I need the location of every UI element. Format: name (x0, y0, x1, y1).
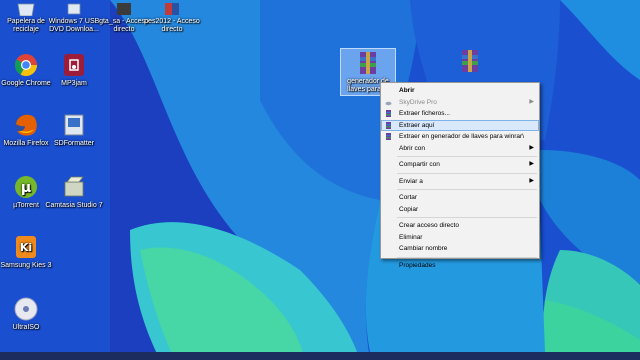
desktop-icon-samsung-kies[interactable]: Ki Samsung Kies 3 (0, 234, 58, 270)
desktop-icon-camtasia[interactable]: Camtasia Studio 7 (42, 174, 106, 210)
menu-item-abrir[interactable]: Abrir (381, 85, 539, 97)
menu-item-label: Copiar (399, 205, 419, 213)
menu-separator (397, 172, 537, 174)
desktop-icon-label: SDFormatter (53, 140, 95, 147)
desktop-icon-mp3jam[interactable]: MP3jam (42, 52, 106, 88)
menu-item-cambiar-nombre[interactable]: Cambiar nombre (381, 243, 539, 255)
menu-item-compartir-con[interactable]: Compartir con ▶ (381, 159, 539, 171)
gta-shortcut-icon (111, 2, 137, 28)
menu-item-label: Enviar a (399, 177, 423, 185)
camtasia-icon (61, 174, 87, 200)
usb-tool-icon (61, 2, 87, 28)
menu-item-label: Extraer en generador de llaves para winr… (399, 133, 525, 140)
desktop-icon-label: MP3jam (61, 80, 87, 87)
menu-item-label: Abrir con (399, 144, 426, 152)
menu-item-label: Eliminar (399, 233, 423, 241)
desktop-icon-ultraiso[interactable]: UltraISO (0, 296, 58, 332)
menu-separator (397, 217, 537, 218)
mp3jam-icon (61, 52, 87, 78)
kies-icon: Ki (13, 234, 39, 260)
menu-separator (397, 256, 537, 258)
skydrive-icon (385, 99, 392, 106)
menu-item-extraer-en-carpeta[interactable]: Extraer en generador de llaves para winr… (381, 131, 539, 143)
utorrent-icon: µ (13, 174, 39, 200)
pes-shortcut-icon (159, 2, 185, 28)
desktop-icon-pes2012[interactable]: pes2012 - Acceso directo (140, 2, 204, 34)
menu-item-cortar[interactable]: Cortar (381, 192, 539, 204)
context-menu: Abrir SkyDrive Pro ▶ Extraer ficheros...… (380, 82, 540, 269)
menu-separator (397, 189, 537, 190)
desktop-icon-sdformatter[interactable]: SDFormatter (42, 112, 106, 148)
submenu-arrow-icon: ▶ (529, 161, 534, 167)
winrar-archive-icon (355, 50, 381, 76)
ultraiso-icon (13, 296, 39, 322)
desktop-icon-label: UltraISO (12, 324, 40, 331)
svg-text:µ: µ (21, 180, 31, 196)
winrar-icon (385, 110, 392, 117)
submenu-arrow-icon: ▶ (529, 98, 534, 105)
sdformatter-icon (61, 112, 87, 138)
menu-item-label: Propiedades (399, 261, 436, 269)
menu-item-label: Compartir con (399, 161, 440, 168)
recycle-bin-icon (13, 2, 39, 28)
submenu-arrow-icon: ▶ (529, 177, 534, 184)
desktop-icon-label: Samsung Kies 3 (0, 262, 52, 269)
menu-item-extraer-ficheros[interactable]: Extraer ficheros... (381, 108, 539, 120)
menu-item-label: Extraer aquí (399, 121, 435, 129)
menu-item-abrir-con[interactable]: Abrir con ▶ (381, 143, 539, 155)
desktop-icon-label: Camtasia Studio 7 (45, 202, 103, 209)
taskbar[interactable] (0, 352, 640, 360)
menu-item-propiedades[interactable]: Propiedades (381, 260, 539, 272)
menu-separator (397, 156, 537, 157)
desktop-icon-winrar[interactable] (438, 48, 502, 76)
winrar-icon (385, 121, 392, 129)
menu-item-label: Cambiar nombre (399, 245, 448, 252)
menu-item-copiar[interactable]: Copiar (381, 204, 539, 216)
menu-item-skydrive-pro[interactable]: SkyDrive Pro ▶ (381, 97, 539, 109)
menu-item-label: Cortar (399, 194, 418, 201)
menu-item-label: Crear acceso directo (399, 222, 459, 229)
menu-item-label: Abrir (399, 87, 415, 94)
menu-item-eliminar[interactable]: Eliminar (381, 232, 539, 244)
menu-item-label: Extraer ficheros... (399, 110, 450, 117)
chrome-icon (13, 52, 39, 78)
menu-item-enviar-a[interactable]: Enviar a ▶ (381, 176, 539, 188)
menu-item-label: SkyDrive Pro (399, 98, 437, 106)
menu-item-crear-acceso-directo[interactable]: Crear acceso directo (381, 220, 539, 232)
svg-text:Ki: Ki (20, 241, 32, 254)
menu-item-extraer-aqui[interactable]: Extraer aquí (381, 119, 539, 131)
winrar-icon (385, 133, 392, 140)
firefox-icon (13, 112, 39, 138)
winrar-icon (457, 48, 483, 74)
submenu-arrow-icon: ▶ (529, 144, 534, 151)
